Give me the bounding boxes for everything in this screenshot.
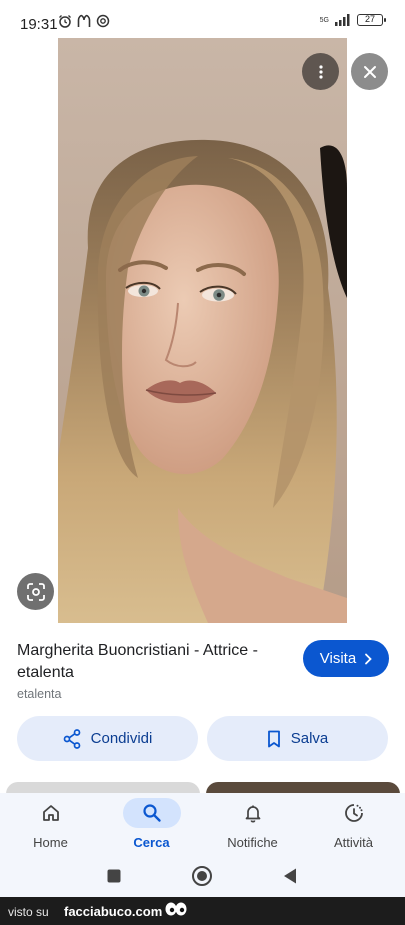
google-lens-icon <box>26 582 45 601</box>
signal-icon <box>335 14 350 26</box>
mcdonalds-icon <box>77 14 91 27</box>
battery-icon: 27 <box>357 14 386 26</box>
result-source: etalenta <box>17 687 62 701</box>
share-label: Condividi <box>90 730 153 747</box>
nav-pill <box>224 798 282 828</box>
nav-label: Home <box>33 835 68 850</box>
back-button[interactable] <box>279 865 301 887</box>
network-type: 5G <box>319 16 329 24</box>
bottom-navigation: Home Cerca Notifiche Attività <box>0 793 405 855</box>
status-notification-icons <box>58 14 110 28</box>
more-options-button[interactable] <box>302 53 339 90</box>
nav-pill <box>22 798 80 828</box>
nav-label: Notifiche <box>227 835 278 850</box>
chevron-right-icon <box>365 653 372 664</box>
nav-item-home[interactable]: Home <box>0 793 101 855</box>
portrait-image <box>58 38 347 623</box>
visit-label: Visita <box>319 650 357 667</box>
bookmark-icon <box>267 730 280 747</box>
nav-pill <box>325 798 383 828</box>
status-bar: 19:31 5G 27 <box>0 0 405 38</box>
home-circle-icon <box>192 866 212 886</box>
recents-button[interactable] <box>103 865 125 887</box>
share-button[interactable]: Condividi <box>17 716 198 761</box>
visit-button[interactable]: Visita <box>303 640 389 677</box>
eyes-logo-icon <box>165 902 187 916</box>
nav-item-activity[interactable]: Attività <box>303 793 404 855</box>
save-label: Salva <box>290 730 329 747</box>
result-title[interactable]: Margherita Buoncristiani - Attrice - eta… <box>17 640 292 684</box>
nav-label: Attività <box>333 835 373 850</box>
close-button[interactable] <box>351 53 388 90</box>
alarm-icon <box>59 15 71 28</box>
save-button[interactable]: Salva <box>207 716 388 761</box>
history-icon <box>344 804 363 822</box>
more-vert-icon <box>318 64 323 79</box>
threads-icon <box>96 14 110 28</box>
system-navigation-bar <box>0 855 405 897</box>
home-icon <box>42 805 59 821</box>
result-image[interactable] <box>58 38 347 623</box>
home-system-button[interactable] <box>191 865 213 887</box>
nav-label: Cerca <box>133 835 170 850</box>
close-icon <box>363 65 376 78</box>
watermark-brand: facciabuco.com <box>64 904 163 919</box>
bell-icon <box>245 805 260 823</box>
status-system-icons: 5G 27 <box>319 14 386 26</box>
nav-item-search[interactable]: Cerca <box>101 793 202 855</box>
status-time: 19:31 <box>20 16 58 33</box>
watermark-bar: visto su facciabuco.com <box>0 897 405 925</box>
back-triangle-icon <box>284 868 296 884</box>
lens-search-button[interactable] <box>17 573 54 610</box>
watermark-prefix: visto su <box>8 905 49 919</box>
nav-pill <box>122 798 181 828</box>
recents-icon <box>107 869 121 883</box>
nav-item-notifications[interactable]: Notifiche <box>202 793 303 855</box>
share-icon <box>63 728 80 749</box>
search-icon <box>142 804 161 822</box>
